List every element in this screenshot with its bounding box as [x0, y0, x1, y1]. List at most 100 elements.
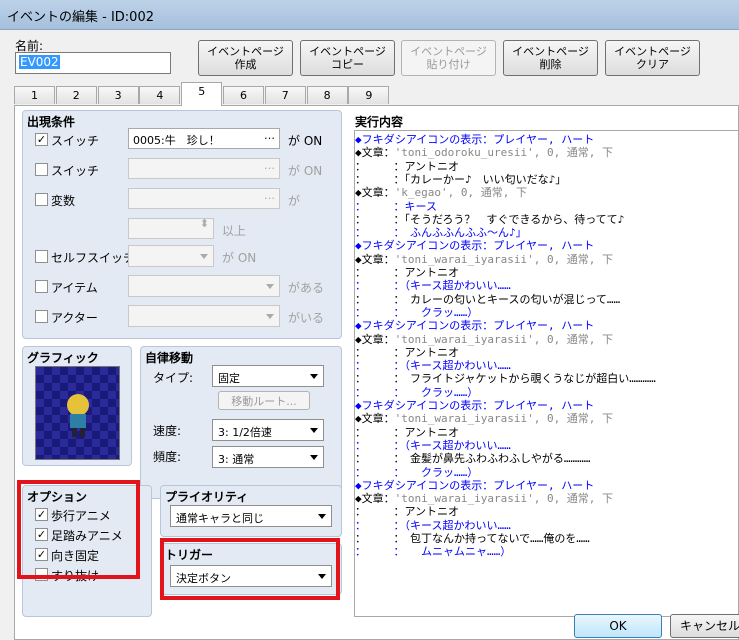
script-line[interactable]: ◆文章：'toni_warai_iyarasii', 0, 通常, 下 — [355, 333, 613, 346]
variable-checkbox[interactable] — [35, 193, 48, 206]
script-line[interactable]: ◆フキダシアイコンの表示：プレイヤー, ハート — [355, 319, 594, 332]
script-line[interactable]: ◆フキダシアイコンの表示：プレイヤー, ハート — [355, 479, 594, 492]
script-line-text: ： ：（キース超かわいい…… — [355, 438, 511, 452]
script-line-text: ： ：アントニオ — [355, 266, 460, 279]
script-line-text: ◆文章： — [355, 332, 395, 346]
tab-page-3[interactable]: 3 — [97, 86, 139, 104]
script-line[interactable]: ： ： クラッ……） — [355, 386, 478, 399]
script-line[interactable]: ： ： クラッ……） — [355, 306, 478, 319]
script-line[interactable]: ： ：（キース超かわいい…… — [355, 279, 511, 292]
script-line[interactable]: ： ：「そうだろう？ すぐできるから、待ってて♪ — [355, 213, 624, 226]
script-line[interactable]: ： ： 包丁なんか持ってないで……俺のを…… — [355, 532, 590, 545]
script-line[interactable]: ◆文章：'toni_warai_iyarasii', 0, 通常, 下 — [355, 492, 613, 505]
tab-page-6[interactable]: 6 — [223, 86, 264, 104]
priority-select[interactable]: 通常キャラと同じ — [170, 505, 332, 527]
switch2-checkbox[interactable] — [35, 163, 48, 176]
script-line[interactable]: ： ：（キース超かわいい…… — [355, 519, 511, 532]
variable-number-suffix: 以上 — [222, 224, 247, 238]
tab-page-8[interactable]: 8 — [306, 86, 348, 104]
cancel-label: キャンセル — [679, 619, 739, 633]
clear-page-button[interactable]: イベントページ クリア — [605, 40, 700, 76]
item-select[interactable] — [128, 275, 280, 297]
script-line[interactable]: ： ： ムニャムニャ……） — [355, 545, 511, 558]
chevron-down-icon — [310, 374, 318, 379]
script-list[interactable]: ◆フキダシアイコンの表示：プレイヤー, ハート ◆文章：'toni_odoroku… — [354, 130, 739, 617]
script-line[interactable]: ◆フキダシアイコンの表示：プレイヤー, ハート — [355, 133, 594, 146]
script-line[interactable]: ： ：アントニオ — [355, 266, 459, 279]
item-checkbox[interactable] — [35, 280, 48, 293]
name-input[interactable]: EV002 — [15, 52, 171, 74]
script-line[interactable]: ： ：キース — [355, 200, 437, 213]
tab-page-2[interactable]: 2 — [55, 86, 97, 104]
tab-page-7[interactable]: 7 — [264, 86, 306, 104]
title-bar[interactable]: イベントの編集 - ID:002 — [0, 0, 739, 30]
actor-checkbox[interactable] — [35, 310, 48, 323]
selfswitch-suffix: が ON — [222, 251, 257, 265]
script-line-text: ◆文章： — [355, 492, 395, 506]
script-line-text: ： ： ムニャムニャ……） — [355, 545, 512, 559]
script-line[interactable]: ： ： 金髪が鼻先ふわふわふしやがる………… — [355, 452, 590, 465]
paste-page-button[interactable]: イベントページ 貼り付け — [401, 40, 496, 76]
script-line[interactable]: ： ： クラッ……） — [355, 466, 478, 479]
script-line-text: ◆フキダシアイコンの表示：プレイヤー, ハート — [355, 239, 595, 253]
switch1-checkbox[interactable]: ✓ — [35, 133, 48, 146]
tab-page-4[interactable]: 4 — [139, 86, 181, 104]
move-route-button[interactable]: 移動ルート... — [218, 391, 310, 410]
switch1-label: スイッチ — [51, 134, 100, 148]
ellipsis-icon: … — [264, 159, 275, 172]
script-line[interactable]: ： ： カレーの匂いとキースの匂いが混じって…… — [355, 293, 620, 306]
script-line[interactable]: ： ：アントニオ — [355, 160, 459, 173]
spinner-icon: ⬍ — [199, 218, 209, 230]
script-line[interactable]: ： ：（キース超かわいい…… — [355, 359, 511, 372]
selfswitch-select[interactable] — [128, 245, 214, 267]
priority-value: 通常キャラと同じ — [176, 512, 264, 525]
script-line[interactable]: ： ：アントニオ — [355, 426, 459, 439]
tab-page-5[interactable]: 5 — [181, 82, 223, 106]
script-line[interactable]: ： ：アントニオ — [355, 505, 459, 518]
variable-label: 変数 — [51, 194, 76, 208]
copy-page-button[interactable]: イベントページ コピー — [300, 40, 395, 76]
event-editor-window: イベントの編集 - ID:002 名前: EV002 イベントページ 作成 イベン… — [0, 0, 739, 640]
script-line[interactable]: ： ：（キース超かわいい…… — [355, 439, 511, 452]
script-line-text: ： ：キース — [355, 199, 437, 213]
script-line-text: ： ：（キース超かわいい…… — [355, 279, 511, 293]
create-page-button[interactable]: イベントページ 作成 — [198, 40, 293, 76]
switch2-label: スイッチ — [51, 164, 100, 178]
script-line[interactable]: ◆文章：'toni_odoroku_uresii', 0, 通常, 下 — [355, 146, 613, 159]
tab-page-9[interactable]: 9 — [348, 86, 390, 104]
variable-number-field[interactable]: ⬍ — [128, 218, 214, 239]
script-line-params: 'toni_odoroku_uresii', 0, 通常, 下 — [394, 146, 614, 160]
movement-type-select[interactable]: 固定 — [212, 365, 324, 387]
tab-page-1[interactable]: 1 — [14, 86, 55, 104]
window-title: イベントの編集 - ID:002 — [7, 10, 154, 25]
script-line[interactable]: ◆文章：'k_egao', 0, 通常, 下 — [355, 186, 527, 199]
script-line[interactable]: ◆フキダシアイコンの表示：プレイヤー, ハート — [355, 239, 594, 252]
script-line[interactable]: ◆文章：'toni_warai_iyarasii', 0, 通常, 下 — [355, 412, 613, 425]
switch1-field[interactable]: 0005:牛 珍し！… — [128, 128, 280, 149]
switch1-value: 0005:牛 珍し！ — [133, 134, 220, 147]
selfswitch-checkbox[interactable] — [35, 250, 48, 263]
item-suffix: がある — [288, 281, 325, 295]
script-title: 実行内容 — [355, 115, 404, 129]
script-line-params: 'toni_warai_iyarasii', 0, 通常, 下 — [394, 412, 614, 426]
variable-field[interactable]: … — [128, 188, 280, 209]
script-line-text: ： ：アントニオ — [355, 425, 460, 439]
script-line[interactable]: ： ：アントニオ — [355, 346, 459, 359]
actor-label: アクター — [51, 311, 98, 325]
script-line[interactable]: ◆フキダシアイコンの表示：プレイヤー, ハート — [355, 399, 594, 412]
delete-page-button[interactable]: イベントページ 削除 — [503, 40, 598, 76]
speed-label: 速度: — [153, 424, 182, 438]
script-line[interactable]: ： ： ふんふふんふふ～ん♪」 — [355, 226, 527, 239]
ok-button[interactable]: OK — [574, 614, 662, 638]
actor-select[interactable] — [128, 305, 280, 327]
cancel-button[interactable]: キャンセル — [670, 614, 739, 638]
script-line-text: ： ： 包丁なんか持ってないで……俺のを…… — [355, 532, 590, 545]
script-line[interactable]: ： ： フライトジャケットから覗くうなじが超白い………… — [355, 372, 656, 385]
switch2-field[interactable]: … — [128, 158, 280, 179]
script-line-text: ： ： クラッ……） — [355, 305, 479, 319]
script-line[interactable]: ： ：「カレーかー♪ いい匂いだな♪」 — [355, 173, 566, 186]
script-line[interactable]: ◆文章：'toni_warai_iyarasii', 0, 通常, 下 — [355, 253, 613, 266]
frequency-select[interactable]: 3: 通常 — [212, 446, 324, 468]
speed-select[interactable]: 3: 1/2倍速 — [212, 419, 324, 441]
graphic-preview[interactable] — [35, 366, 120, 460]
